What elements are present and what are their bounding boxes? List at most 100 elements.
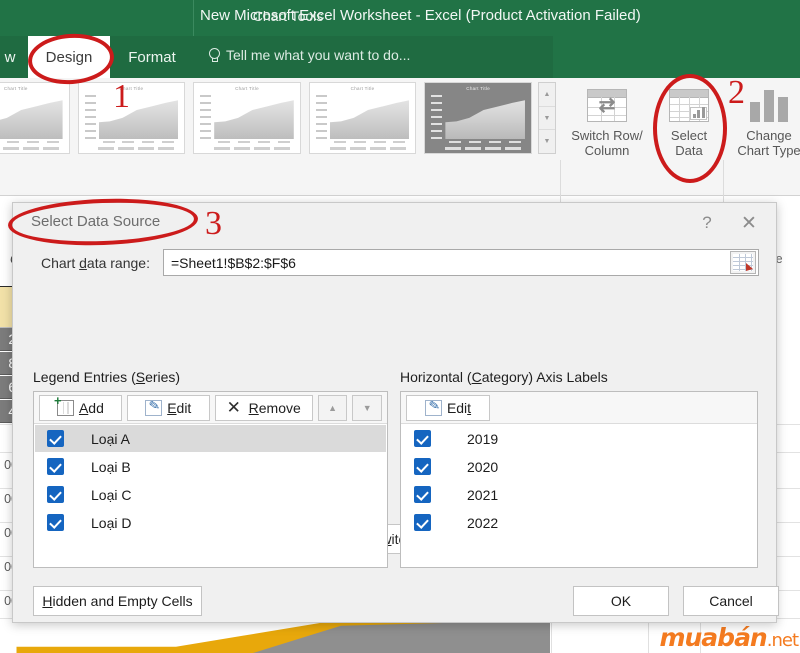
checkbox[interactable] (47, 430, 64, 447)
thumbnail-title: Chart Title (119, 86, 144, 91)
checkbox[interactable] (47, 514, 64, 531)
switch-row-column-button[interactable]: ⇄ Switch Row/ Column (570, 82, 644, 158)
select-data-source-dialog: Select Data Source ? ✕ Chart data range:… (12, 202, 779, 623)
button-label-line1: Switch Row/ (571, 128, 643, 143)
checkbox[interactable] (414, 486, 431, 503)
range-picker-icon[interactable] (730, 251, 756, 274)
checkbox[interactable] (47, 486, 64, 503)
watermark: muabán.net (659, 623, 799, 652)
series-name: Loại B (91, 458, 131, 475)
cancel-button[interactable]: Cancel (683, 586, 779, 616)
list-item[interactable]: 2020 (402, 453, 756, 480)
button-label-line2: Column (584, 143, 630, 158)
checkbox[interactable] (414, 514, 431, 531)
button-label-line2: Chart Type (737, 143, 800, 158)
list-item[interactable]: 2019 (402, 425, 756, 452)
switch-row-column-icon: ⇄ (570, 82, 644, 128)
move-series-down-button[interactable]: ▼ (352, 394, 382, 421)
tell-me-search[interactable]: Tell me what you want to do... (208, 47, 410, 63)
axis-label-value: 2022 (467, 514, 499, 531)
legend-entries-toolbar: Add Edit Remove ▲ ▼ (34, 392, 387, 424)
thumbnail-title: Chart Title (3, 86, 28, 91)
list-item[interactable]: Loại D (35, 509, 386, 536)
dialog-title: Select Data Source (31, 213, 161, 230)
chart-style-thumbnail[interactable]: Chart Title (308, 82, 417, 154)
chart-style-thumbnail[interactable]: Chart Title (77, 82, 186, 154)
thumbnail-x-axis (99, 141, 179, 145)
chart-style-thumbnail[interactable]: Chart Title (424, 82, 532, 154)
thumbnail-plot (0, 100, 63, 139)
checkbox[interactable] (47, 458, 64, 475)
horizontal-axis-labels-panel: Edit 2019 2020 2021 2022 (400, 391, 758, 568)
thumbnail-legend (93, 147, 181, 152)
axis-label-value: 2019 (467, 430, 499, 447)
thumbnail-legend (208, 147, 296, 152)
thumbnail-y-axis (315, 95, 328, 139)
edit-series-button[interactable]: Edit (126, 394, 210, 421)
window-title: New Microsoft Excel Worksheet - Excel (P… (200, 7, 641, 24)
gallery-scroll-down-icon[interactable]: ▼ (539, 107, 555, 131)
list-item[interactable]: Loại A (35, 425, 386, 452)
axis-labels-toolbar: Edit (401, 392, 757, 424)
axis-label-value: 2021 (467, 486, 499, 503)
thumbnail-title: Chart Title (350, 86, 375, 91)
list-item[interactable]: Loại C (35, 481, 386, 508)
list-item[interactable]: 2021 (402, 481, 756, 508)
thumbnail-x-axis (0, 141, 63, 145)
thumbnail-title: Chart Title (466, 86, 491, 91)
edit-icon (145, 399, 163, 416)
chart-data-range-input[interactable]: =Sheet1!$B$2:$F$6 (163, 249, 759, 276)
thumbnail-plot (98, 100, 179, 139)
gallery-scroll-buttons[interactable]: ▲ ▼ ▼ (538, 82, 556, 154)
chart-styles-gallery[interactable]: Chart Title Chart Title Chart Title Char… (0, 82, 532, 158)
thumbnail-y-axis (200, 95, 212, 139)
thumbnail-legend (439, 147, 527, 152)
thumbnail-legend (0, 147, 65, 152)
tell-me-label: Tell me what you want to do... (226, 47, 411, 63)
help-icon[interactable]: ? (690, 209, 724, 237)
chart-style-thumbnail[interactable]: Chart Title (0, 82, 70, 154)
button-label-line1: Change (746, 128, 792, 143)
edit-axis-labels-button[interactable]: Edit (406, 394, 490, 421)
series-name: Loại A (91, 430, 130, 447)
edit-icon (424, 399, 442, 416)
checkbox[interactable] (414, 430, 431, 447)
thumbnail-plot (214, 100, 294, 139)
legend-entries-panel: Add Edit Remove ▲ ▼ Loại A Loại B Loại C (33, 391, 388, 568)
thumbnail-y-axis (84, 95, 97, 139)
select-data-button[interactable]: Select Data (652, 82, 726, 158)
add-series-button[interactable]: Add (39, 393, 122, 421)
remove-series-button[interactable]: Remove (214, 394, 313, 421)
change-chart-type-button[interactable]: Change Chart Type (730, 82, 800, 158)
thumbnail-plot (445, 100, 525, 139)
excel-title-bar: Chart Tools New Microsoft Excel Workshee… (0, 0, 800, 78)
thumbnail-x-axis (330, 141, 410, 145)
remove-icon (227, 398, 244, 418)
tab-design[interactable]: Design (28, 36, 110, 78)
horizontal-axis-labels-label: Horizontal (Category) Axis Labels (400, 369, 608, 385)
hidden-and-empty-cells-button[interactable]: Hidden and Empty Cells (33, 586, 202, 616)
series-name: Loại D (91, 514, 132, 531)
list-item[interactable]: Loại B (35, 453, 386, 480)
chart-data-range-label: Chart data range: (41, 255, 150, 271)
chart-style-thumbnail[interactable]: Chart Title (193, 82, 301, 154)
add-icon (54, 393, 74, 416)
close-icon[interactable]: ✕ (732, 209, 766, 237)
checkbox[interactable] (414, 458, 431, 475)
axis-label-value: 2020 (467, 458, 499, 475)
move-series-up-button[interactable]: ▲ (317, 394, 348, 421)
watermark-tld: .net (766, 630, 799, 651)
thumbnail-title: Chart Title (235, 86, 259, 91)
ok-button[interactable]: OK (573, 586, 669, 616)
list-item[interactable]: 2022 (402, 509, 756, 536)
tab-format[interactable]: Format (112, 36, 192, 78)
gallery-scroll-up-icon[interactable]: ▲ (539, 83, 555, 107)
ribbon-content: Chart Title Chart Title Chart Title Char… (0, 78, 800, 267)
gallery-expand-icon[interactable]: ▼ (539, 130, 555, 153)
tab-view[interactable]: w (0, 36, 28, 78)
chart-data-range-value[interactable]: =Sheet1!$B$2:$F$6 (164, 255, 730, 271)
series-name: Loại C (91, 486, 132, 503)
bar-chart-icon (730, 82, 800, 128)
thumbnail-x-axis (214, 141, 294, 145)
button-label-line1: Select (670, 128, 708, 143)
